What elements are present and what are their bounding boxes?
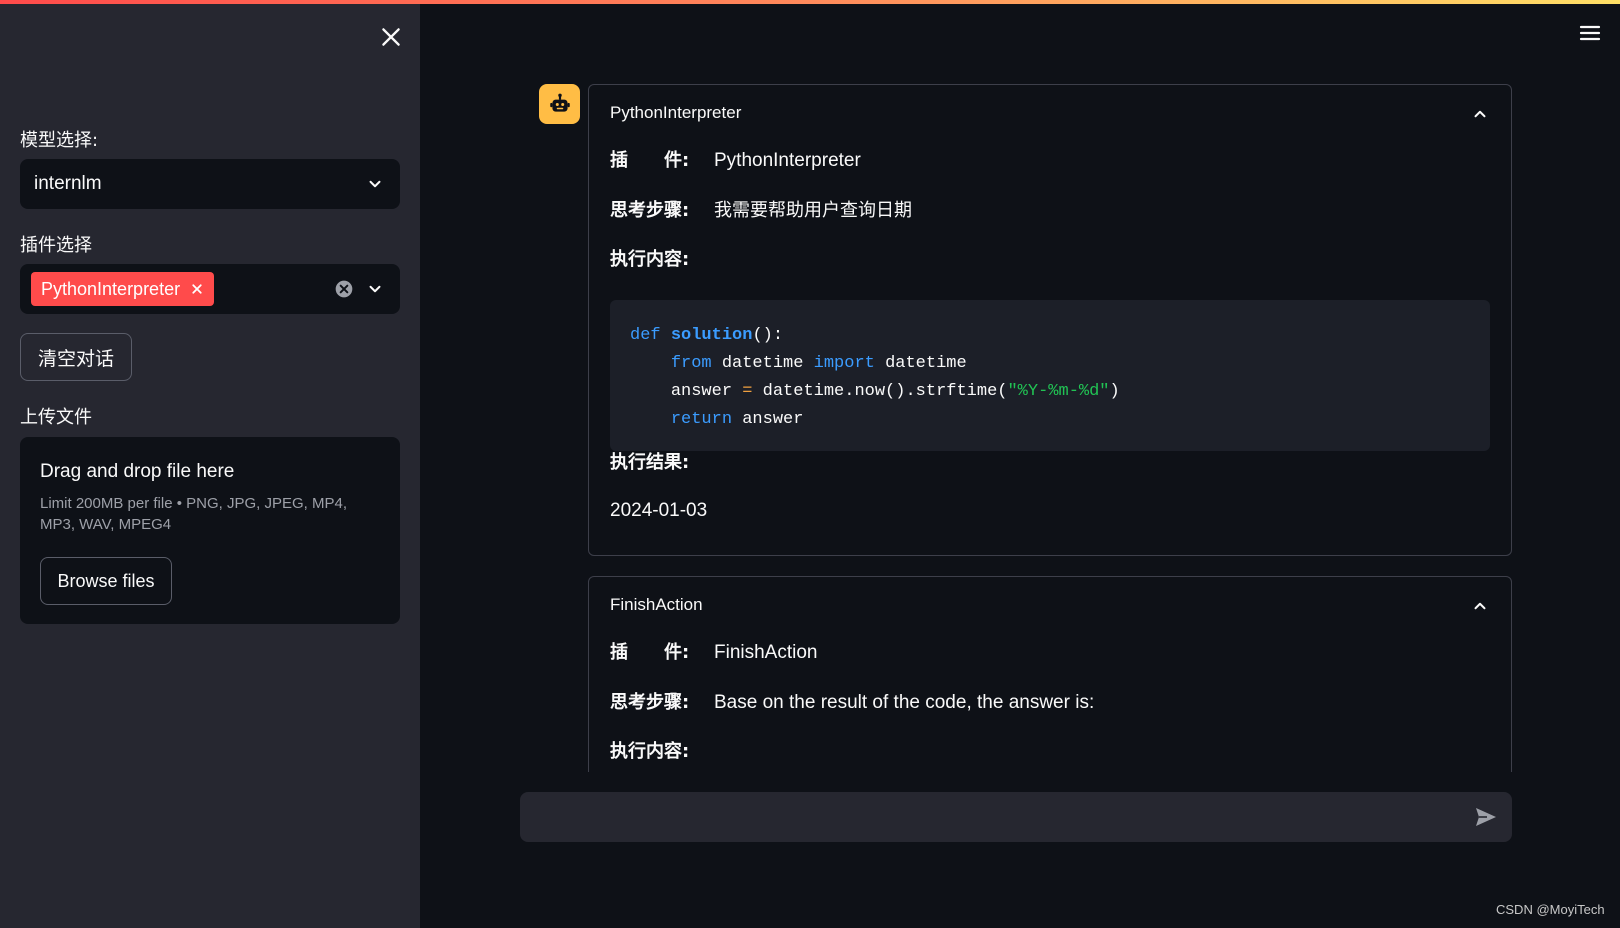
chat-input[interactable] xyxy=(520,792,1512,842)
chevron-up-icon[interactable] xyxy=(1471,105,1489,123)
plugin-key: 插 件: xyxy=(610,642,690,663)
plugin-multiselect[interactable]: PythonInterpreter xyxy=(20,264,400,314)
send-icon[interactable] xyxy=(1474,806,1498,828)
thought-value: 我需要帮助用户查询日期 xyxy=(714,200,912,221)
chat-messages: PythonInterpreter 插 件: PythonInterpreter … xyxy=(588,84,1512,772)
plugin-value: FinishAction xyxy=(714,642,818,663)
plugin-select-label: 插件选择 xyxy=(20,235,92,256)
code-line: def solution(): xyxy=(630,326,784,345)
exec-key: 执行内容: xyxy=(610,249,690,270)
expander-title[interactable]: FinishAction xyxy=(610,595,703,615)
browse-files-button[interactable]: Browse files xyxy=(40,557,172,605)
chevron-down-icon xyxy=(366,175,384,193)
expander-title[interactable]: PythonInterpreter xyxy=(610,103,741,123)
dropzone-title: Drag and drop file here xyxy=(40,461,235,482)
plugin-key: 插 件: xyxy=(610,150,690,171)
model-select-value: internlm xyxy=(34,173,102,194)
hamburger-menu-icon[interactable] xyxy=(1578,22,1602,44)
result-value: 2024-01-03 xyxy=(610,500,708,521)
plugin-tag: PythonInterpreter xyxy=(31,272,215,306)
result-row: 执行结果: xyxy=(610,448,714,474)
thought-value: Base on the result of the code, the answ… xyxy=(714,692,1095,713)
close-sidebar-icon[interactable] xyxy=(378,24,404,50)
exec-row: 执行内容: xyxy=(610,245,714,271)
thought-row: 思考步骤: 我需要帮助用户查询日期 xyxy=(610,196,912,222)
dropzone-limit-text: Limit 200MB per file • PNG, JPG, JPEG, M… xyxy=(40,495,348,533)
expander-python-interpreter[interactable]: PythonInterpreter 插 件: PythonInterpreter … xyxy=(588,84,1512,556)
plugin-value: PythonInterpreter xyxy=(714,150,861,171)
code-block: def solution(): from datetime import dat… xyxy=(610,300,1490,451)
exec-row: 执行内容: xyxy=(610,737,714,763)
plugin-tag-label: PythonInterpreter xyxy=(41,278,181,299)
top-decoration-bar xyxy=(0,0,1620,4)
result-key: 执行结果: xyxy=(610,452,690,473)
file-dropzone[interactable]: Drag and drop file here Limit 200MB per … xyxy=(20,437,400,624)
model-select-label: 模型选择: xyxy=(20,130,99,151)
upload-label: 上传文件 xyxy=(20,407,92,428)
sidebar: 模型选择: internlm 插件选择 PythonInterpreter 清空… xyxy=(0,0,420,928)
thought-key: 思考步骤: xyxy=(610,692,690,713)
clear-chat-button[interactable]: 清空对话 xyxy=(20,333,132,381)
plugin-row: 插 件: FinishAction xyxy=(610,638,818,664)
code-line: answer = datetime.now().strftime("%Y-%m-… xyxy=(670,382,1120,401)
model-select[interactable]: internlm xyxy=(20,159,400,209)
assistant-avatar xyxy=(539,84,580,124)
plugin-row: 插 件: PythonInterpreter xyxy=(610,146,861,172)
robot-icon xyxy=(549,93,570,112)
chevron-down-icon[interactable] xyxy=(366,280,384,298)
thought-row: 思考步骤: Base on the result of the code, the… xyxy=(610,688,1094,714)
clear-selection-icon[interactable] xyxy=(334,279,354,299)
code-line: return answer xyxy=(670,410,804,429)
remove-tag-icon[interactable] xyxy=(188,280,206,298)
code-line: from datetime import datetime xyxy=(670,354,967,373)
exec-key: 执行内容: xyxy=(610,741,690,762)
expander-finish-action[interactable]: FinishAction 插 件: FinishAction 思考步骤: Base … xyxy=(588,576,1512,772)
watermark-text: CSDN @MoyiTech xyxy=(1496,902,1605,917)
thought-key: 思考步骤: xyxy=(610,200,690,221)
chevron-up-icon[interactable] xyxy=(1471,597,1489,615)
